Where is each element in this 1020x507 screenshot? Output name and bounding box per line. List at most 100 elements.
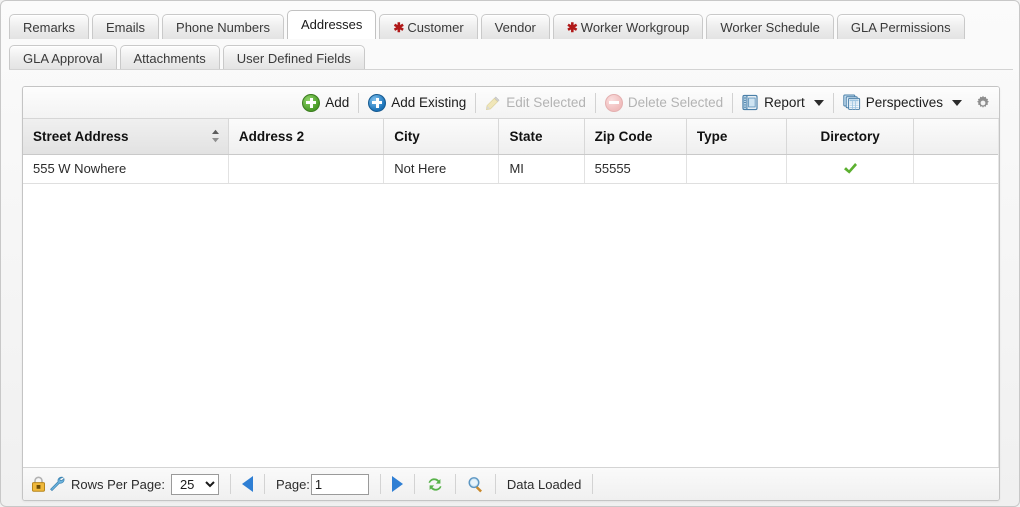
perspectives-button-label: Perspectives	[866, 95, 943, 110]
chevron-down-icon	[814, 100, 824, 106]
cell-type	[686, 154, 786, 183]
required-asterisk-icon: ✱	[567, 20, 578, 35]
tab-customer[interactable]: ✱Customer	[379, 14, 477, 39]
checkmark-green-icon	[843, 162, 858, 176]
tab-label: Attachments	[134, 51, 206, 66]
column-header-street-address[interactable]: Street Address	[23, 119, 228, 154]
column-label: Zip Code	[595, 129, 653, 144]
tab-attachments[interactable]: Attachments	[120, 45, 220, 70]
cell-address-2	[228, 154, 383, 183]
cell-directory	[787, 154, 914, 183]
footer-divider	[380, 474, 381, 494]
tab-user-defined-fields[interactable]: User Defined Fields	[223, 45, 365, 70]
footer-divider	[264, 474, 265, 494]
tab-addresses[interactable]: Addresses	[287, 10, 376, 39]
rows-per-page-label: Rows Per Page:	[71, 477, 165, 492]
delete-selected-button-label: Delete Selected	[628, 95, 723, 110]
plus-circle-green-icon	[302, 94, 320, 112]
toolbar-divider	[732, 93, 733, 113]
cell-zip-code: 55555	[584, 154, 686, 183]
footer-divider	[495, 474, 496, 494]
tab-phone-numbers[interactable]: Phone Numbers	[162, 14, 284, 39]
required-asterisk-icon: ✱	[393, 20, 404, 35]
table-row[interactable]: 555 W Nowhere Not Here MI 55555	[23, 154, 999, 183]
refresh-icon[interactable]	[426, 476, 444, 493]
toolbar-divider	[833, 93, 834, 113]
gear-icon[interactable]	[975, 95, 991, 111]
column-header-filler	[914, 119, 999, 154]
wrench-icon[interactable]	[49, 476, 65, 492]
previous-page-icon[interactable]	[242, 476, 253, 492]
footer-divider	[455, 474, 456, 494]
tab-emails[interactable]: Emails	[92, 14, 159, 39]
tab-worker-schedule[interactable]: Worker Schedule	[706, 14, 833, 39]
tab-label: User Defined Fields	[237, 51, 351, 66]
tab-row-primary: Remarks Emails Phone Numbers Addresses ✱…	[9, 9, 1020, 39]
tab-gla-approval[interactable]: GLA Approval	[9, 45, 117, 70]
cell-street-address: 555 W Nowhere	[23, 154, 228, 183]
tab-vendor[interactable]: Vendor	[481, 14, 550, 39]
column-label: Address 2	[239, 129, 304, 144]
tab-label: Customer	[407, 20, 463, 35]
tab-label: Vendor	[495, 20, 536, 35]
page-label: Page:	[276, 477, 310, 492]
table-header-row: Street Address Address 2	[23, 119, 999, 154]
column-label: Street Address	[33, 129, 129, 144]
add-existing-button-label: Add Existing	[391, 95, 466, 110]
column-header-zip-code[interactable]: Zip Code	[584, 119, 686, 154]
tab-label: Worker Workgroup	[581, 20, 690, 35]
footer-divider	[230, 474, 231, 494]
cell-state: MI	[499, 154, 584, 183]
next-page-icon[interactable]	[392, 476, 403, 492]
tab-label: GLA Approval	[23, 51, 103, 66]
tab-worker-workgroup[interactable]: ✱Worker Workgroup	[553, 14, 704, 39]
report-dropdown-button[interactable]: Report	[735, 90, 831, 116]
add-button[interactable]: Add	[295, 90, 356, 116]
column-header-state[interactable]: State	[499, 119, 584, 154]
add-button-label: Add	[325, 95, 349, 110]
tab-label: Phone Numbers	[176, 20, 270, 35]
lock-icon[interactable]	[31, 476, 46, 492]
minus-circle-red-icon	[605, 94, 623, 112]
edit-selected-button[interactable]: Edit Selected	[478, 90, 593, 116]
addresses-table: Street Address Address 2	[23, 119, 999, 184]
column-label: Type	[697, 129, 728, 144]
edit-selected-button-label: Edit Selected	[506, 95, 586, 110]
tab-label: Addresses	[301, 17, 362, 32]
tab-gla-permissions[interactable]: GLA Permissions	[837, 14, 965, 39]
grid-vertical-edge	[998, 119, 999, 467]
delete-selected-button[interactable]: Delete Selected	[598, 90, 730, 116]
column-header-city[interactable]: City	[384, 119, 499, 154]
perspectives-windows-icon	[843, 94, 861, 111]
tab-remarks[interactable]: Remarks	[9, 14, 89, 39]
sort-arrows-icon	[211, 129, 220, 143]
tab-strip: Remarks Emails Phone Numbers Addresses ✱…	[1, 1, 1020, 70]
status-message: Data Loaded	[507, 477, 581, 492]
column-header-type[interactable]: Type	[686, 119, 786, 154]
report-button-label: Report	[764, 95, 805, 110]
tab-strip-divider	[9, 69, 1013, 70]
column-header-directory[interactable]: Directory	[787, 119, 914, 154]
cell-city: Not Here	[384, 154, 499, 183]
addresses-panel: Add Add Existing Edit Selected	[22, 86, 1000, 501]
addresses-grid-window: Remarks Emails Phone Numbers Addresses ✱…	[0, 0, 1020, 507]
pencil-icon	[485, 95, 501, 111]
perspectives-dropdown-button[interactable]: Perspectives	[836, 90, 969, 116]
column-label: City	[394, 129, 420, 144]
rows-per-page-select[interactable]: 25 50 100	[171, 474, 219, 495]
column-header-address-2[interactable]: Address 2	[228, 119, 383, 154]
tab-label: GLA Permissions	[851, 20, 951, 35]
tab-row-secondary: GLA Approval Attachments User Defined Fi…	[9, 40, 1020, 70]
tab-label: Worker Schedule	[720, 20, 819, 35]
column-label: Directory	[821, 129, 880, 144]
search-icon[interactable]	[467, 476, 484, 493]
footer-divider	[414, 474, 415, 494]
toolbar-divider	[358, 93, 359, 113]
tab-label: Remarks	[23, 20, 75, 35]
toolbar-divider	[595, 93, 596, 113]
cell-filler	[914, 154, 999, 183]
add-existing-button[interactable]: Add Existing	[361, 90, 473, 116]
page-input[interactable]	[311, 474, 369, 495]
column-label: State	[509, 129, 542, 144]
report-book-icon	[742, 94, 759, 111]
